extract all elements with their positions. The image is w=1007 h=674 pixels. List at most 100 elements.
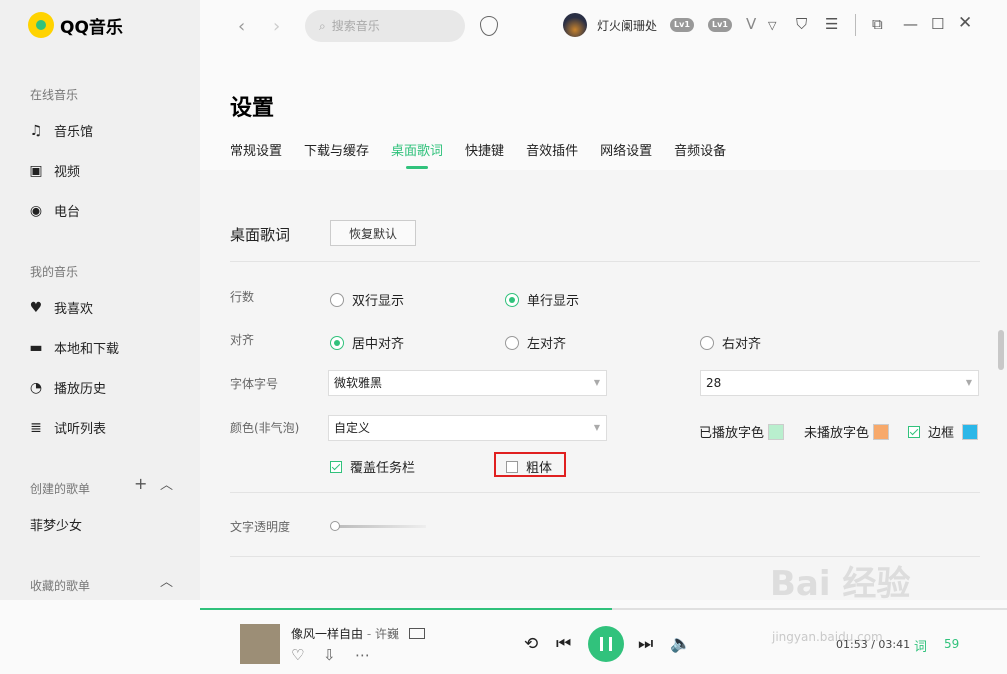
opacity-slider[interactable]	[330, 521, 430, 531]
radio-single-line[interactable]: 单行显示	[505, 290, 579, 309]
voice-search-icon[interactable]	[480, 16, 498, 36]
radio-double-line[interactable]: 双行显示	[330, 290, 404, 309]
desktop-lyrics-button[interactable]: 词	[914, 636, 927, 655]
menu-icon[interactable]: ☰	[825, 15, 838, 33]
back-arrow-icon[interactable]: ‹	[238, 16, 245, 37]
radio-label: 左对齐	[527, 337, 567, 352]
tab-download-cache[interactable]: 下载与缓存	[304, 140, 369, 169]
settings-content: 桌面歌词 恢复默认 行数 双行显示 单行显示 对齐 居中对齐 左对齐 右对齐 字…	[200, 170, 1007, 600]
section-created-playlists: 创建的歌单	[30, 482, 91, 496]
playlist-item-label: 菲梦少女	[30, 519, 83, 534]
skin-shirt-icon[interactable]: ⛉	[796, 15, 807, 33]
collapse-collected-icon[interactable]: ︿	[160, 571, 173, 590]
sidebar-item-favorites[interactable]: ♥ 我喜欢	[28, 298, 93, 318]
app-logo[interactable]: QQ音乐	[28, 12, 123, 38]
tab-desktop-lyrics[interactable]: 桌面歌词	[391, 140, 443, 169]
mini-mode-icon[interactable]: ⧉	[872, 15, 883, 33]
chevron-down-icon: ▼	[593, 423, 600, 432]
slider-track	[336, 525, 426, 528]
reset-default-button[interactable]: 恢复默认	[330, 220, 416, 246]
close-icon[interactable]: ✕	[958, 13, 972, 33]
mv-icon[interactable]	[408, 628, 425, 639]
v-badge-icon[interactable]: V	[746, 15, 756, 33]
app-name: QQ音乐	[60, 17, 123, 38]
monitor-icon: ▬	[29, 339, 43, 356]
avatar[interactable]	[563, 13, 587, 37]
tab-shortcuts[interactable]: 快捷键	[465, 140, 504, 169]
sidebar-item-label: 播放历史	[54, 382, 107, 397]
collapse-created-icon[interactable]: ︿	[160, 474, 173, 493]
top-bar: ‹ › ⌕ 灯火阑珊处 Lv1 Lv1 V ▽ ⛉ ☰ ⧉ — ☐ ✕	[200, 0, 1007, 62]
radio-align-right[interactable]: 右对齐	[700, 333, 761, 352]
radio-align-left[interactable]: 左对齐	[505, 333, 566, 352]
more-options-icon[interactable]: ⋯	[355, 646, 370, 664]
section-collected-playlists: 收藏的歌单	[30, 579, 91, 593]
progress-fill	[200, 608, 612, 610]
search-box[interactable]: ⌕	[305, 10, 465, 42]
search-input[interactable]	[331, 19, 442, 33]
unplayed-color-swatch[interactable]	[873, 423, 890, 440]
add-playlist-icon[interactable]: +	[134, 474, 147, 493]
sidebar-item-local-download[interactable]: ▬ 本地和下载	[28, 338, 119, 358]
sidebar-item-music-hall[interactable]: ♫ 音乐馆	[28, 121, 94, 141]
tab-audio-plugins[interactable]: 音效插件	[526, 140, 578, 169]
playlist-count[interactable]: 59	[944, 637, 959, 651]
cover-taskbar-label: 覆盖任务栏	[350, 461, 416, 476]
vip-level-badge[interactable]: Lv1	[670, 18, 694, 32]
border-checkbox[interactable]: 边框	[908, 422, 979, 441]
loop-mode-icon[interactable]: ⟲	[524, 634, 538, 654]
maximize-icon[interactable]: ☐	[931, 15, 944, 33]
video-icon: ▣	[29, 162, 43, 179]
previous-track-icon[interactable]: ⏮	[556, 634, 571, 654]
radio-align-center[interactable]: 居中对齐	[330, 333, 404, 352]
scrollbar[interactable]	[998, 330, 1004, 370]
song-title[interactable]: 像风一样自由	[291, 627, 363, 641]
dropdown-chevron-icon[interactable]: ▽	[768, 19, 776, 32]
font-family-value: 微软雅黑	[334, 376, 383, 390]
pause-button[interactable]	[588, 626, 624, 662]
sidebar-item-radio[interactable]: ◉ 电台	[28, 201, 80, 221]
forward-arrow-icon[interactable]: ›	[273, 16, 280, 37]
chevron-down-icon: ▼	[593, 378, 600, 387]
tab-audio-device[interactable]: 音频设备	[674, 140, 726, 169]
tab-general[interactable]: 常规设置	[230, 140, 282, 169]
checkbox-box	[908, 425, 920, 438]
page-title: 设置	[230, 96, 275, 121]
sidebar-item-label: 音乐馆	[54, 125, 94, 140]
align-label: 对齐	[230, 333, 255, 347]
radio-icon: ◉	[29, 202, 43, 219]
album-cover[interactable]	[240, 624, 280, 664]
section-title-desktop-lyrics: 桌面歌词	[230, 226, 291, 244]
green-level-badge[interactable]: Lv1	[708, 18, 732, 32]
next-track-icon[interactable]: ⏭	[638, 634, 653, 654]
like-heart-icon[interactable]: ♡	[291, 646, 304, 664]
playlist-item[interactable]: 菲梦少女	[30, 515, 82, 534]
song-info: 像风一样自由 - 许巍	[291, 625, 425, 642]
font-size-select[interactable]: 28 ▼	[700, 370, 979, 396]
section-online-music: 在线音乐	[30, 88, 79, 102]
minimize-icon[interactable]: —	[903, 15, 918, 33]
font-size-value: 28	[706, 376, 722, 390]
color-mode-select[interactable]: 自定义 ▼	[328, 415, 607, 441]
sidebar-item-history[interactable]: ◔ 播放历史	[28, 378, 107, 398]
song-artist[interactable]: 许巍	[375, 627, 399, 641]
settings-tabs: 常规设置 下载与缓存 桌面歌词 快捷键 音效插件 网络设置 音频设备	[230, 140, 726, 169]
played-color-swatch[interactable]	[768, 423, 785, 440]
song-separator: -	[366, 627, 372, 641]
sidebar-item-preview-list[interactable]: ≣ 试听列表	[28, 418, 106, 438]
played-color-picker[interactable]: 已播放字色	[699, 422, 785, 441]
border-color-swatch[interactable]	[962, 423, 979, 440]
baidu-watermark: Bai 经验	[770, 564, 911, 604]
font-family-select[interactable]: 微软雅黑 ▼	[328, 370, 607, 396]
tab-network[interactable]: 网络设置	[600, 140, 652, 169]
volume-icon[interactable]: 🔈	[670, 634, 691, 654]
unplayed-color-picker[interactable]: 未播放字色	[804, 422, 890, 441]
qq-music-logo-icon	[28, 12, 54, 38]
sidebar-item-video[interactable]: ▣ 视频	[28, 161, 80, 181]
pause-icon	[600, 637, 612, 651]
slider-knob[interactable]	[330, 521, 340, 531]
divider	[230, 492, 980, 493]
username[interactable]: 灯火阑珊处	[597, 17, 657, 34]
download-icon[interactable]: ⇩	[323, 646, 336, 664]
cover-taskbar-checkbox[interactable]: 覆盖任务栏	[330, 457, 415, 476]
